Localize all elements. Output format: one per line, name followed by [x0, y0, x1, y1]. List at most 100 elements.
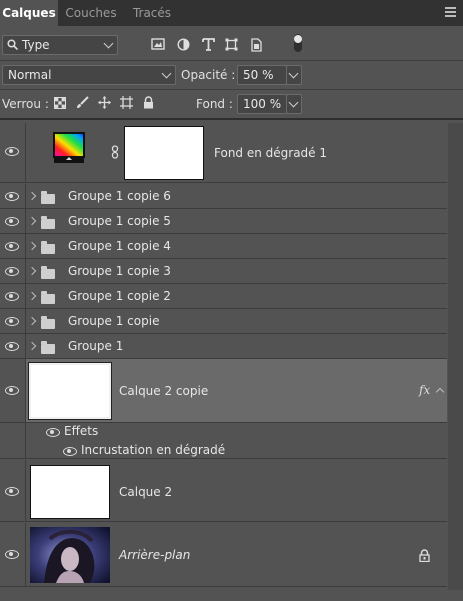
group-name[interactable]: Groupe 1 copie 5 — [68, 214, 171, 228]
group-row[interactable]: Groupe 1 copie — [0, 309, 447, 334]
fill-input[interactable]: 100 % — [237, 94, 287, 114]
layer-row-fill[interactable]: Fond en dégradé 1 — [0, 123, 447, 183]
filter-pixel-layer-icon[interactable] — [151, 38, 165, 50]
layer-name[interactable]: Calque 2 copie — [119, 384, 208, 398]
folder-icon — [41, 291, 55, 304]
visibility-toggle[interactable] — [0, 259, 26, 283]
chevron-up-icon[interactable] — [435, 387, 445, 397]
lock-all-icon[interactable] — [143, 96, 154, 109]
layer-mask-thumbnail[interactable] — [124, 126, 204, 180]
filter-kind-label: Type — [22, 38, 50, 52]
chevron-down-icon — [103, 38, 114, 49]
layer-thumbnail[interactable] — [30, 465, 110, 519]
tab-traces[interactable]: Tracés — [124, 0, 180, 26]
group-row[interactable]: Groupe 1 copie 4 — [0, 234, 447, 259]
folder-icon — [41, 316, 55, 329]
group-row[interactable]: Groupe 1 copie 3 — [0, 259, 447, 284]
filter-type-layer-icon[interactable] — [202, 38, 215, 51]
fill-label: Fond : — [196, 97, 233, 111]
filter-toggle-switch[interactable] — [294, 34, 302, 52]
group-name[interactable]: Groupe 1 copie 3 — [68, 264, 171, 278]
layer-row[interactable]: Calque 2 — [0, 460, 447, 522]
eye-icon[interactable] — [5, 487, 19, 496]
chevron-right-icon[interactable] — [27, 266, 37, 276]
eye-icon[interactable] — [5, 550, 19, 559]
group-name[interactable]: Groupe 1 copie 6 — [68, 189, 171, 203]
visibility-toggle[interactable] — [0, 184, 26, 208]
folder-icon — [41, 216, 55, 229]
chevron-right-icon[interactable] — [27, 316, 37, 326]
chevron-right-icon[interactable] — [27, 341, 37, 351]
visibility-toggle[interactable] — [0, 234, 26, 258]
eye-icon[interactable] — [5, 242, 19, 251]
layer-row-selected[interactable]: Calque 2 copie fx — [0, 359, 447, 423]
folder-icon — [41, 266, 55, 279]
layer-name[interactable]: Arrière-plan — [119, 548, 190, 562]
visibility-toggle[interactable] — [0, 123, 26, 182]
eye-icon[interactable] — [63, 447, 77, 456]
group-row[interactable]: Groupe 1 — [0, 334, 447, 359]
eye-icon[interactable] — [5, 147, 19, 156]
panel-menu-icon[interactable] — [445, 7, 456, 17]
layer-name[interactable]: Calque 2 — [119, 485, 172, 499]
eye-icon[interactable] — [5, 192, 19, 201]
effect-item[interactable]: Incrustation en dégradé — [81, 443, 225, 457]
lock-position-icon[interactable] — [98, 96, 111, 109]
fx-badge[interactable]: fx — [419, 383, 430, 397]
eye-icon[interactable] — [5, 292, 19, 301]
lock-artboard-icon[interactable] — [120, 96, 133, 109]
panel-tab-bar: Calques Couches Tracés — [0, 0, 463, 26]
visibility-toggle[interactable] — [0, 309, 26, 333]
effects-list: Effets Incrustation en dégradé — [0, 423, 447, 459]
fill-dropdown[interactable] — [286, 94, 302, 114]
layer-row-background[interactable]: Arrière-plan — [0, 523, 447, 587]
group-row[interactable]: Groupe 1 copie 6 — [0, 184, 447, 209]
blend-mode-value: Normal — [8, 68, 52, 82]
lock-image-pixels-icon[interactable] — [76, 96, 89, 109]
gradient-fill-layer-icon — [53, 132, 85, 163]
group-row[interactable]: Groupe 1 copie 5 — [0, 209, 447, 234]
chevron-down-icon — [161, 68, 172, 79]
opacity-dropdown[interactable] — [286, 65, 302, 85]
chevron-right-icon[interactable] — [27, 191, 37, 201]
layer-thumbnail[interactable] — [28, 362, 112, 420]
chevron-right-icon[interactable] — [27, 291, 37, 301]
tab-calques[interactable]: Calques — [0, 0, 58, 26]
lock-icon — [419, 549, 430, 562]
group-name[interactable]: Groupe 1 copie — [68, 314, 159, 328]
group-name[interactable]: Groupe 1 copie 2 — [68, 289, 171, 303]
scrollbar[interactable] — [448, 123, 463, 590]
filter-adjustment-layer-icon[interactable] — [177, 38, 190, 51]
effects-label[interactable]: Effets — [64, 424, 98, 438]
visibility-toggle[interactable] — [0, 209, 26, 233]
visibility-toggle[interactable] — [0, 284, 26, 308]
visibility-toggle[interactable] — [0, 523, 26, 586]
layer-name[interactable]: Fond en dégradé 1 — [214, 146, 327, 160]
visibility-toggle[interactable] — [0, 359, 26, 422]
group-row[interactable]: Groupe 1 copie 2 — [0, 284, 447, 309]
eye-icon[interactable] — [5, 267, 19, 276]
group-name[interactable]: Groupe 1 — [68, 339, 123, 353]
opacity-label: Opacité : — [181, 68, 236, 82]
eye-icon[interactable] — [46, 428, 60, 437]
filter-smart-object-icon[interactable] — [250, 38, 262, 52]
folder-icon — [41, 341, 55, 354]
tab-couches[interactable]: Couches — [58, 0, 124, 26]
group-name[interactable]: Groupe 1 copie 4 — [68, 239, 171, 253]
link-icon[interactable] — [111, 145, 119, 159]
eye-icon[interactable] — [5, 317, 19, 326]
filter-kind-select[interactable]: Type — [2, 35, 118, 55]
filter-shape-layer-icon[interactable] — [225, 38, 238, 51]
chevron-down-icon — [288, 68, 299, 79]
chevron-right-icon[interactable] — [27, 241, 37, 251]
eye-icon[interactable] — [5, 342, 19, 351]
blend-mode-select[interactable]: Normal — [2, 65, 176, 85]
background-photo-thumbnail[interactable] — [30, 527, 110, 583]
opacity-input[interactable]: 50 % — [237, 65, 287, 85]
lock-transparent-pixels-icon[interactable] — [54, 97, 66, 109]
chevron-right-icon[interactable] — [27, 216, 37, 226]
visibility-toggle[interactable] — [0, 460, 26, 521]
visibility-toggle[interactable] — [0, 334, 26, 358]
eye-icon[interactable] — [5, 386, 19, 395]
eye-icon[interactable] — [5, 217, 19, 226]
